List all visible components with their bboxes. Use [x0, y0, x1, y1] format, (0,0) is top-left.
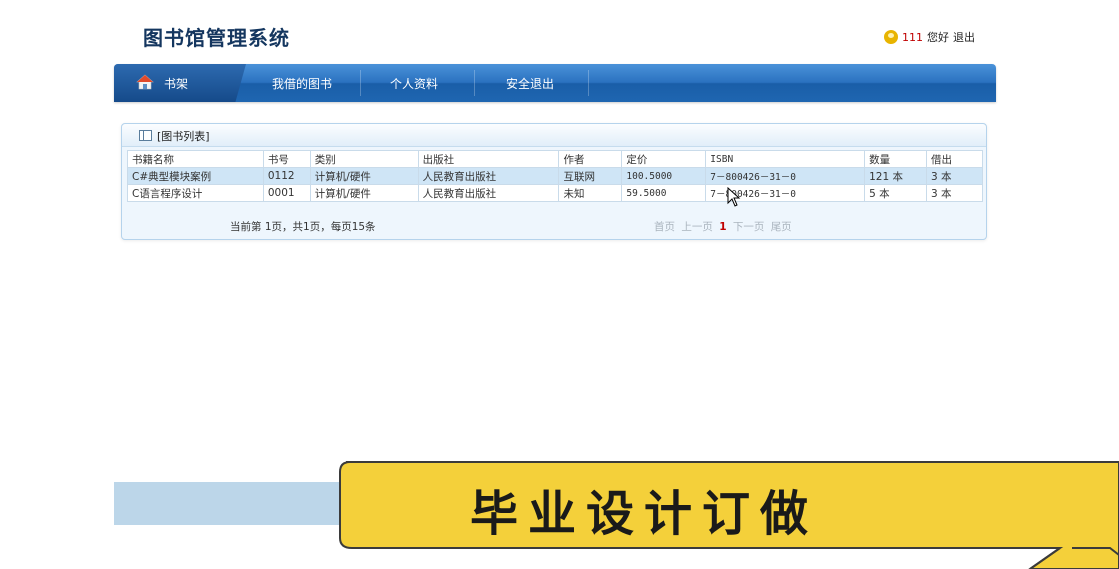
column-header: 书号 [262, 150, 311, 168]
cell-quantity: 121 本 [864, 167, 928, 185]
cell-name: C语言程序设计 [127, 184, 264, 202]
pager-prev[interactable]: 上一页 [681, 221, 713, 233]
book-table: 书籍名称 书号 类别 出版社 作者 定价 ISBN 数量 借出 C#典型模块案例… [127, 150, 983, 202]
column-header: 定价 [621, 150, 707, 168]
cell-publisher: 人民教育出版社 [417, 167, 560, 185]
user-greeting: 您好 [927, 31, 949, 44]
pager: 首页 上一页 1 下一页 尾页 [654, 219, 795, 234]
pagination-bar: 当前第 1页，共1页，每页15条 首页 上一页 1 下一页 尾页 [122, 214, 986, 238]
list-icon [139, 130, 152, 141]
cell-quantity: 5 本 [864, 184, 928, 202]
nav-divider [588, 70, 589, 96]
cell-author: 未知 [558, 184, 623, 202]
book-list-panel: [图书列表] 书籍名称 书号 类别 出版社 作者 定价 ISBN 数量 借出 C… [121, 123, 987, 240]
nav-divider [474, 70, 475, 96]
cell-isbn: 7－800426－31－0 [705, 167, 866, 185]
panel-title: [图书列表] [157, 130, 210, 143]
app-title: 图书馆管理系统 [143, 26, 290, 50]
column-header: 数量 [864, 150, 928, 168]
pager-next[interactable]: 下一页 [733, 221, 765, 233]
cell-price: 100.5000 [621, 167, 707, 185]
nav-item-profile[interactable]: 个人资料 [390, 75, 438, 92]
mouse-cursor-icon [727, 187, 741, 207]
cell-lent: 3 本 [926, 184, 983, 202]
user-avatar-icon [884, 30, 898, 44]
user-name: 111 [902, 30, 923, 44]
promo-text: 毕业设计订做 [470, 486, 819, 542]
cell-publisher: 人民教育出版社 [417, 184, 560, 202]
promo-bar [114, 482, 360, 525]
home-icon [136, 74, 154, 90]
cell-category: 计算机/硬件 [309, 167, 419, 185]
cell-name: C#典型模块案例 [127, 167, 264, 185]
column-header: 书籍名称 [127, 150, 264, 168]
logout-link[interactable]: 退出 [953, 29, 975, 45]
pager-current[interactable]: 1 [719, 221, 726, 233]
nav-item-borrowed[interactable]: 我借的图书 [272, 75, 332, 92]
table-row[interactable]: C语言程序设计 0001 计算机/硬件 人民教育出版社 未知 59.5000 7… [127, 184, 983, 202]
cell-number: 0001 [262, 184, 311, 202]
panel-header: [图书列表] [122, 124, 986, 147]
column-header: 出版社 [417, 150, 560, 168]
page-info: 当前第 1页，共1页，每页15条 [230, 221, 376, 233]
nav-home-tab[interactable]: 书架 [114, 64, 246, 102]
pager-last[interactable]: 尾页 [771, 221, 792, 233]
cell-price: 59.5000 [621, 184, 707, 202]
cell-author: 互联网 [558, 167, 623, 185]
column-header: 类别 [309, 150, 419, 168]
column-header: 作者 [558, 150, 623, 168]
cell-lent: 3 本 [926, 167, 983, 185]
column-header: 借出 [926, 150, 983, 168]
cell-number: 0112 [262, 167, 311, 185]
column-header: ISBN [705, 150, 866, 168]
nav-divider [360, 70, 361, 96]
user-bar: 111 您好 退出 [884, 29, 975, 45]
main-nav: 书架 我借的图书 个人资料 安全退出 [114, 64, 996, 102]
nav-item-logout[interactable]: 安全退出 [506, 75, 554, 92]
cell-category: 计算机/硬件 [309, 184, 419, 202]
table-header-row: 书籍名称 书号 类别 出版社 作者 定价 ISBN 数量 借出 [127, 150, 983, 168]
table-row[interactable]: C#典型模块案例 0112 计算机/硬件 人民教育出版社 互联网 100.500… [127, 167, 983, 185]
nav-home-label: 书架 [164, 77, 189, 91]
pager-first[interactable]: 首页 [654, 221, 675, 233]
